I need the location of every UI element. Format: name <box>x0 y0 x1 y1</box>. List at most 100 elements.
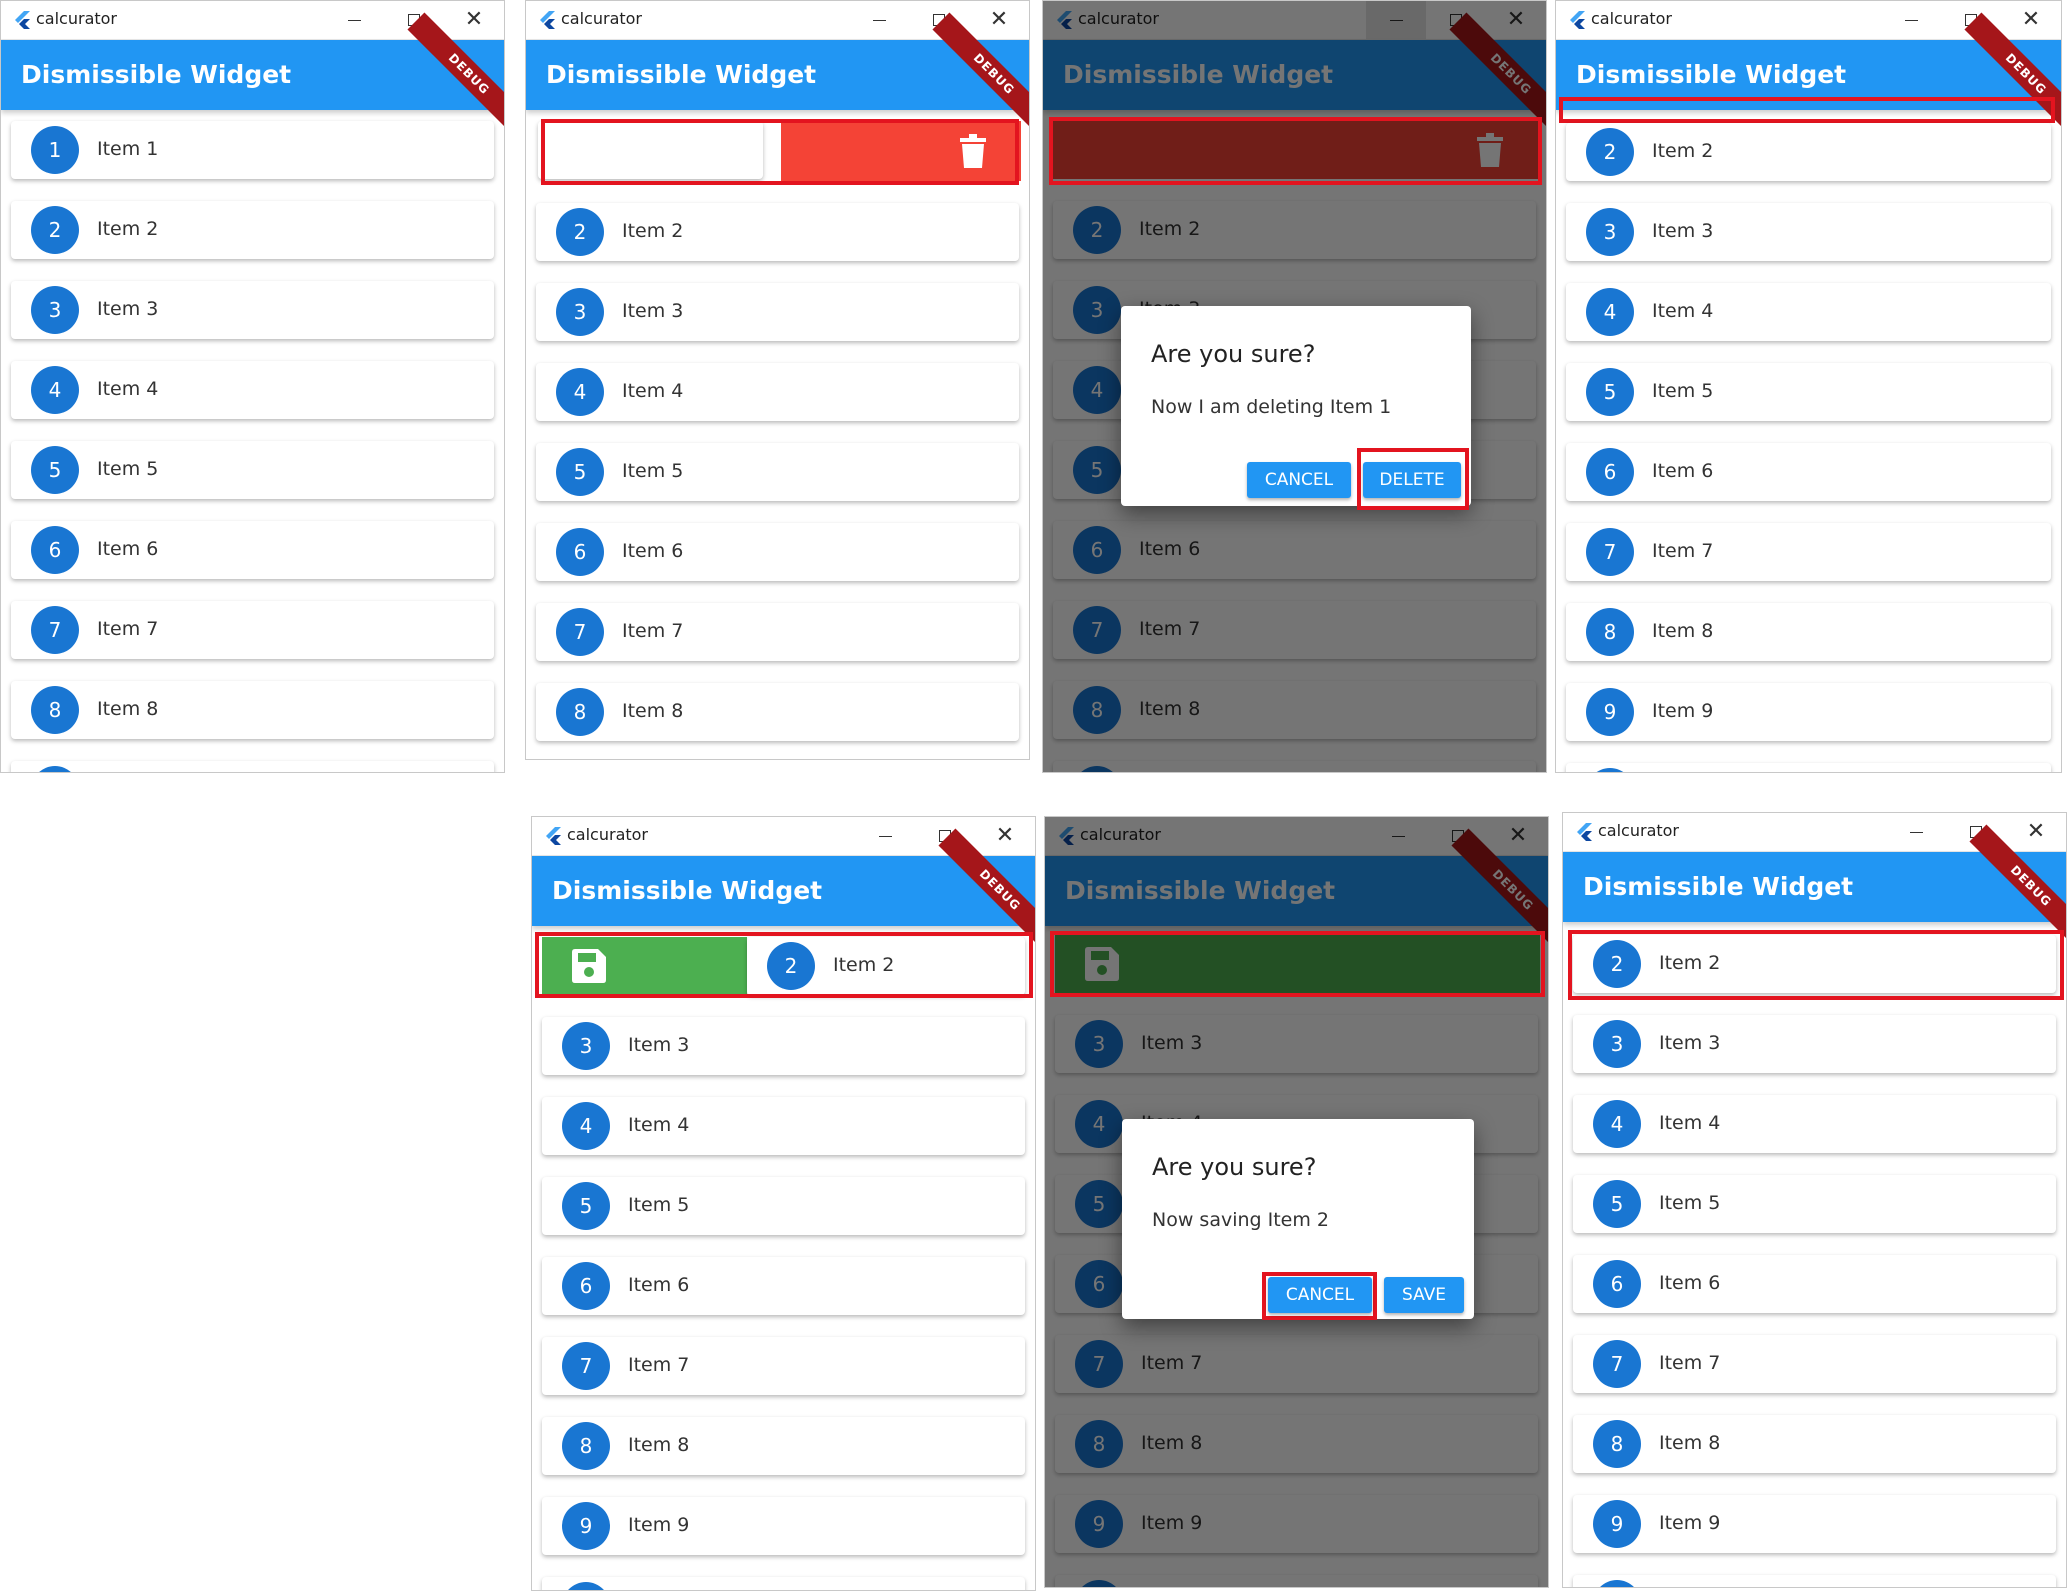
list-item[interactable]: 3 Item 3 <box>536 283 1019 341</box>
minimize-button[interactable] <box>324 1 384 39</box>
item-label: Item 3 <box>622 300 684 322</box>
list-item[interactable]: 5 Item 5 <box>1566 363 2051 421</box>
list-item[interactable]: 4 Item 4 <box>1566 283 2051 341</box>
list-item-partial[interactable] <box>1573 1575 2056 1587</box>
cancel-button[interactable]: CANCEL <box>1268 1277 1372 1313</box>
avatar: 6 <box>31 526 79 574</box>
minimize-icon <box>1909 831 1923 833</box>
screenshot-panel-6: calcurator ✕ Dismissible Widget DEBUG 3I… <box>1044 816 1549 1588</box>
list-item[interactable]: 8 Item 8 <box>536 683 1019 741</box>
dialog-message: Now saving Item 2 <box>1152 1209 1330 1231</box>
cancel-button[interactable]: CANCEL <box>1247 462 1351 498</box>
list-item[interactable]: 7 Item 7 <box>1566 523 2051 581</box>
app-bar: Dismissible Widget DEBUG <box>1563 824 2066 948</box>
save-confirm-dialog: Are you sure? Now saving Item 2 CANCEL S… <box>1122 1119 1474 1320</box>
avatar: 7 <box>1586 528 1634 576</box>
list-item[interactable]: 3 Item 3 <box>542 1017 1025 1075</box>
avatar: 3 <box>31 286 79 334</box>
avatar: 4 <box>556 368 604 416</box>
list-item[interactable]: 5 Item 5 <box>11 441 494 499</box>
avatar <box>31 766 79 772</box>
minimize-icon <box>1904 19 1918 21</box>
list-item[interactable]: 6 Item 6 <box>536 523 1019 581</box>
close-button[interactable]: ✕ <box>975 817 1035 855</box>
close-button[interactable]: ✕ <box>444 1 504 39</box>
list-item[interactable]: 1 Item 1 <box>11 121 494 179</box>
flutter-logo-icon <box>540 11 555 29</box>
list-item[interactable]: 7 Item 7 <box>536 603 1019 661</box>
list-item[interactable]: 9 Item 9 <box>542 1497 1025 1555</box>
item-label: Item 5 <box>628 1194 690 1216</box>
minimize-button[interactable] <box>849 1 909 39</box>
avatar: 7 <box>556 608 604 656</box>
list-item[interactable]: 4 Item 4 <box>11 361 494 419</box>
item-label: Item 4 <box>1652 300 1714 322</box>
list-item[interactable]: 5 Item 5 <box>1573 1175 2056 1233</box>
app-bar: Dismissible Widget DEBUG <box>1 12 504 136</box>
list-item[interactable]: 8 Item 8 <box>1573 1415 2056 1473</box>
list-item[interactable]: 9 Item 9 <box>1573 1495 2056 1553</box>
highlight-box <box>1559 97 2055 123</box>
minimize-button[interactable] <box>1886 813 1946 851</box>
minimize-button[interactable] <box>855 817 915 855</box>
item-label: Item 4 <box>628 1114 690 1136</box>
list-item[interactable]: 8 Item 8 <box>11 681 494 739</box>
close-button[interactable]: ✕ <box>969 1 1029 39</box>
flutter-logo-icon <box>546 827 561 845</box>
item-label: Item 3 <box>628 1034 690 1056</box>
item-label: Item 7 <box>1652 540 1714 562</box>
avatar: 2 <box>556 208 604 256</box>
list-item[interactable]: 3 Item 3 <box>1566 203 2051 261</box>
minimize-button[interactable] <box>1881 1 1941 39</box>
avatar: 5 <box>562 1182 610 1230</box>
list-item[interactable]: 4 Item 4 <box>542 1097 1025 1155</box>
list-item[interactable]: 3 Item 3 <box>1573 1015 2056 1073</box>
item-label: Item 5 <box>622 460 684 482</box>
highlight-box <box>1050 931 1545 997</box>
app-title: Dismissible Widget <box>552 876 823 905</box>
close-button[interactable]: ✕ <box>2001 1 2061 39</box>
avatar: 5 <box>556 448 604 496</box>
app-title: Dismissible Widget <box>546 60 817 89</box>
list-item[interactable]: 8 Item 8 <box>1566 603 2051 661</box>
list-item[interactable]: 4 Item 4 <box>1573 1095 2056 1153</box>
list-item[interactable]: 8 Item 8 <box>542 1417 1025 1475</box>
list-item[interactable]: 6 Item 6 <box>542 1257 1025 1315</box>
list-item-partial[interactable] <box>542 1577 1025 1590</box>
list-item[interactable]: 2 Item 2 <box>536 203 1019 261</box>
list-item[interactable]: 9 Item 9 <box>1566 683 2051 741</box>
window-title: calcurator <box>1591 9 1673 28</box>
close-button[interactable]: ✕ <box>2006 813 2066 851</box>
minimize-icon <box>878 835 892 837</box>
list-item[interactable]: 6 Item 6 <box>1566 443 2051 501</box>
avatar <box>1586 768 1634 772</box>
avatar: 4 <box>1593 1100 1641 1148</box>
list-item[interactable]: 2 Item 2 <box>11 201 494 259</box>
avatar: 4 <box>31 366 79 414</box>
list-item[interactable]: 7 Item 7 <box>11 601 494 659</box>
list-item[interactable]: 6 Item 6 <box>11 521 494 579</box>
avatar: 8 <box>1586 608 1634 656</box>
dialog-title: Are you sure? <box>1151 340 1316 368</box>
list-item[interactable]: 2 Item 2 <box>1566 123 2051 181</box>
list-item[interactable]: 5 Item 5 <box>542 1177 1025 1235</box>
avatar: 2 <box>1586 128 1634 176</box>
list-item[interactable]: 4 Item 4 <box>536 363 1019 421</box>
avatar: 5 <box>1586 368 1634 416</box>
list-item[interactable]: 7 Item 7 <box>542 1337 1025 1395</box>
list-item-partial[interactable] <box>1566 763 2051 772</box>
list-item[interactable]: 7 Item 7 <box>1573 1335 2056 1393</box>
save-button[interactable]: SAVE <box>1384 1277 1464 1313</box>
list-item-partial[interactable] <box>11 761 494 772</box>
avatar: 2 <box>31 206 79 254</box>
avatar: 3 <box>556 288 604 336</box>
list-item[interactable]: 6 Item 6 <box>1573 1255 2056 1313</box>
item-label: Item 6 <box>628 1274 690 1296</box>
avatar: 7 <box>1593 1340 1641 1388</box>
list-item[interactable]: 5 Item 5 <box>536 443 1019 501</box>
avatar: 1 <box>31 126 79 174</box>
list-item[interactable]: 3 Item 3 <box>11 281 494 339</box>
item-label: Item 6 <box>97 538 159 560</box>
item-label: Item 7 <box>97 618 159 640</box>
flutter-logo-icon <box>1570 11 1585 29</box>
